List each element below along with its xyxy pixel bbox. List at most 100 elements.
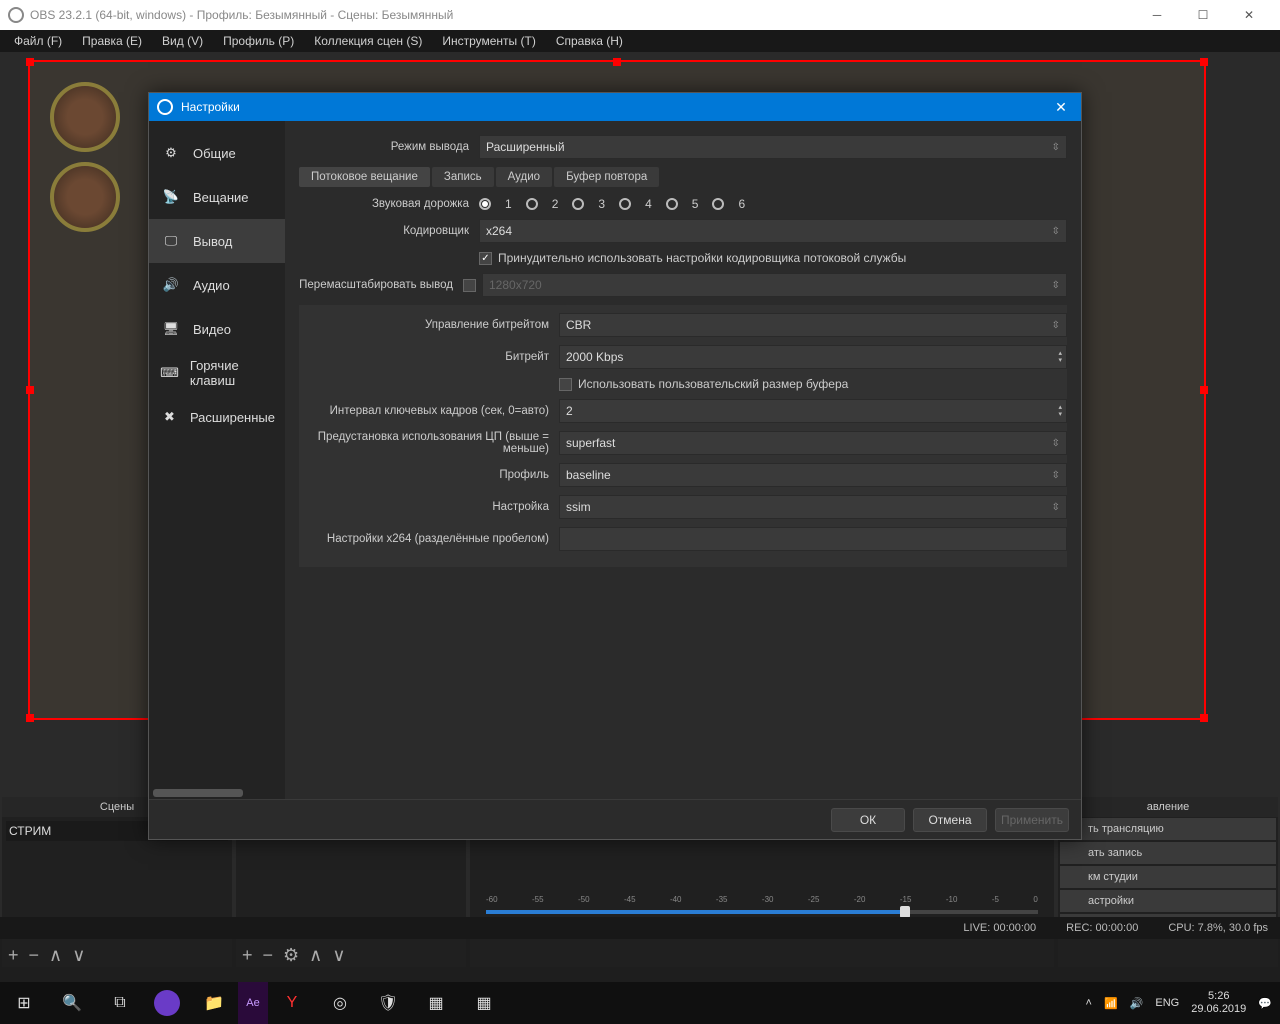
- tray-clock[interactable]: 5:26 29.06.2019: [1191, 990, 1246, 1016]
- settings-button[interactable]: астройки: [1060, 890, 1276, 912]
- tray-volume-icon[interactable]: 🔊: [1130, 997, 1144, 1010]
- menu-edit[interactable]: Правка (E): [72, 32, 152, 50]
- sidebar-item-output[interactable]: 🖵Вывод: [149, 219, 285, 263]
- menu-help[interactable]: Справка (H): [546, 32, 633, 50]
- mixer-volume-slider[interactable]: [486, 910, 1038, 914]
- menu-file[interactable]: Файл (F): [4, 32, 72, 50]
- keyboard-icon: ⌨: [159, 361, 180, 385]
- enforce-checkbox[interactable]: ✓: [479, 252, 492, 265]
- tray-notifications-icon[interactable]: 💬: [1258, 997, 1272, 1010]
- rescale-select: 1280x720: [482, 273, 1067, 297]
- audio-track-radios: 1 2 3 4 5 6: [479, 197, 1067, 211]
- dialog-titlebar: Настройки ✕: [149, 93, 1081, 121]
- sidebar-item-video[interactable]: 🖥Видео: [149, 307, 285, 351]
- studio-mode-button[interactable]: км студии: [1060, 866, 1276, 888]
- sidebar-scrollbar[interactable]: [153, 789, 243, 797]
- track-radio-5[interactable]: [666, 198, 678, 210]
- rate-control-label: Управление битрейтом: [299, 319, 559, 331]
- track-radio-4[interactable]: [619, 198, 631, 210]
- system-tray: ˄ 📶 🔊 ENG 5:26 29.06.2019 💬: [1086, 990, 1280, 1016]
- gear-icon: ⚙: [159, 141, 183, 165]
- maximize-button[interactable]: ☐: [1180, 0, 1226, 30]
- taskbar-app-6[interactable]: ▦: [460, 982, 508, 1024]
- scene-down-icon[interactable]: ∨: [72, 945, 85, 966]
- sidebar-item-general[interactable]: ⚙Общие: [149, 131, 285, 175]
- track-radio-2[interactable]: [526, 198, 538, 210]
- encoder-select[interactable]: x264: [479, 219, 1067, 243]
- preset-label: Предустановка использования ЦП (выше = м…: [299, 431, 559, 455]
- taskbar-app-obs[interactable]: ◎: [316, 982, 364, 1024]
- settings-dialog: Настройки ✕ ⚙Общие 📡Вещание 🖵Вывод 🔊Ауди…: [148, 92, 1082, 840]
- search-icon[interactable]: 🔍: [48, 982, 96, 1024]
- apply-button[interactable]: Применить: [995, 808, 1069, 832]
- status-cpu: CPU: 7.8%, 30.0 fps: [1168, 922, 1268, 934]
- rescale-checkbox[interactable]: [463, 279, 476, 292]
- cancel-button[interactable]: Отмена: [913, 808, 987, 832]
- tab-streaming[interactable]: Потоковое вещание: [299, 167, 430, 187]
- start-button[interactable]: ⊞: [0, 982, 48, 1024]
- source-down-icon[interactable]: ∨: [332, 945, 345, 966]
- sidebar-item-hotkeys[interactable]: ⌨Горячие клавиш: [149, 351, 285, 395]
- track-radio-3[interactable]: [572, 198, 584, 210]
- tray-language[interactable]: ENG: [1155, 997, 1179, 1009]
- menu-view[interactable]: Вид (V): [152, 32, 213, 50]
- ok-button[interactable]: ОК: [831, 808, 905, 832]
- sidebar-item-advanced[interactable]: ✖Расширенные: [149, 395, 285, 439]
- output-tabs: Потоковое вещание Запись Аудио Буфер пов…: [299, 167, 1067, 187]
- minimize-button[interactable]: ─: [1134, 0, 1180, 30]
- bitrate-label: Битрейт: [299, 351, 559, 363]
- taskbar-app-5[interactable]: ▦: [412, 982, 460, 1024]
- track-radio-6[interactable]: [712, 198, 724, 210]
- sidebar-item-stream[interactable]: 📡Вещание: [149, 175, 285, 219]
- rate-control-select[interactable]: CBR: [559, 313, 1067, 337]
- tab-replay-buffer[interactable]: Буфер повтора: [554, 167, 659, 187]
- tab-audio[interactable]: Аудио: [496, 167, 552, 187]
- status-live: LIVE: 00:00:00: [963, 922, 1036, 934]
- scene-remove-icon[interactable]: −: [29, 945, 40, 966]
- source-gear-icon[interactable]: ⚙: [283, 945, 299, 966]
- menu-profile[interactable]: Профиль (P): [213, 32, 304, 50]
- obs-icon: [157, 99, 173, 115]
- track-radio-1[interactable]: [479, 198, 491, 210]
- title-text: OBS 23.2.1 (64-bit, windows) - Профиль: …: [30, 8, 453, 22]
- antenna-icon: 📡: [159, 185, 183, 209]
- source-add-icon[interactable]: +: [242, 945, 253, 966]
- bitrate-input[interactable]: 2000 Kbps: [559, 345, 1067, 369]
- taskbar-app-game[interactable]: 🛡: [364, 982, 412, 1024]
- menu-tools[interactable]: Инструменты (T): [432, 32, 545, 50]
- custom-buffer-checkbox[interactable]: [559, 378, 572, 391]
- close-button[interactable]: ✕: [1226, 0, 1272, 30]
- tray-chevron-icon[interactable]: ˄: [1086, 997, 1092, 1009]
- start-recording-button[interactable]: ать запись: [1060, 842, 1276, 864]
- dialog-close-button[interactable]: ✕: [1049, 99, 1073, 116]
- sidebar-item-audio[interactable]: 🔊Аудио: [149, 263, 285, 307]
- rescale-label: Перемасштабировать вывод: [299, 279, 463, 291]
- tab-recording[interactable]: Запись: [432, 167, 494, 187]
- controls-header: авление: [1058, 797, 1278, 817]
- start-streaming-button[interactable]: ть трансляцию: [1060, 818, 1276, 840]
- x264opts-input[interactable]: [559, 527, 1067, 551]
- keyint-input[interactable]: 2: [559, 399, 1067, 423]
- tune-label: Настройка: [299, 501, 559, 513]
- settings-sidebar: ⚙Общие 📡Вещание 🖵Вывод 🔊Аудио 🖥Видео ⌨Го…: [149, 121, 285, 799]
- output-mode-select[interactable]: Расширенный: [479, 135, 1067, 159]
- game-portrait-2: [50, 162, 120, 232]
- menu-scene-collection[interactable]: Коллекция сцен (S): [304, 32, 432, 50]
- mixer-scale: -60-55-50-45-40-35-30-25-20-15-10-50: [486, 895, 1038, 904]
- dialog-footer: ОК Отмена Применить: [149, 799, 1081, 839]
- profile-select[interactable]: baseline: [559, 463, 1067, 487]
- task-view-icon[interactable]: ⧉: [96, 982, 144, 1024]
- encoder-label: Кодировщик: [299, 225, 479, 237]
- tray-wifi-icon[interactable]: 📶: [1104, 997, 1118, 1010]
- custom-buffer-label: Использовать пользовательский размер буф…: [578, 377, 848, 391]
- taskbar-app-2[interactable]: 📁: [190, 982, 238, 1024]
- scene-up-icon[interactable]: ∧: [49, 945, 62, 966]
- scene-add-icon[interactable]: +: [8, 945, 19, 966]
- source-remove-icon[interactable]: −: [263, 945, 274, 966]
- tune-select[interactable]: ssim: [559, 495, 1067, 519]
- taskbar-app-1[interactable]: [154, 990, 180, 1016]
- taskbar-app-ae[interactable]: Ae: [238, 982, 268, 1024]
- taskbar-app-yandex[interactable]: Y: [268, 982, 316, 1024]
- source-up-icon[interactable]: ∧: [309, 945, 322, 966]
- preset-select[interactable]: superfast: [559, 431, 1067, 455]
